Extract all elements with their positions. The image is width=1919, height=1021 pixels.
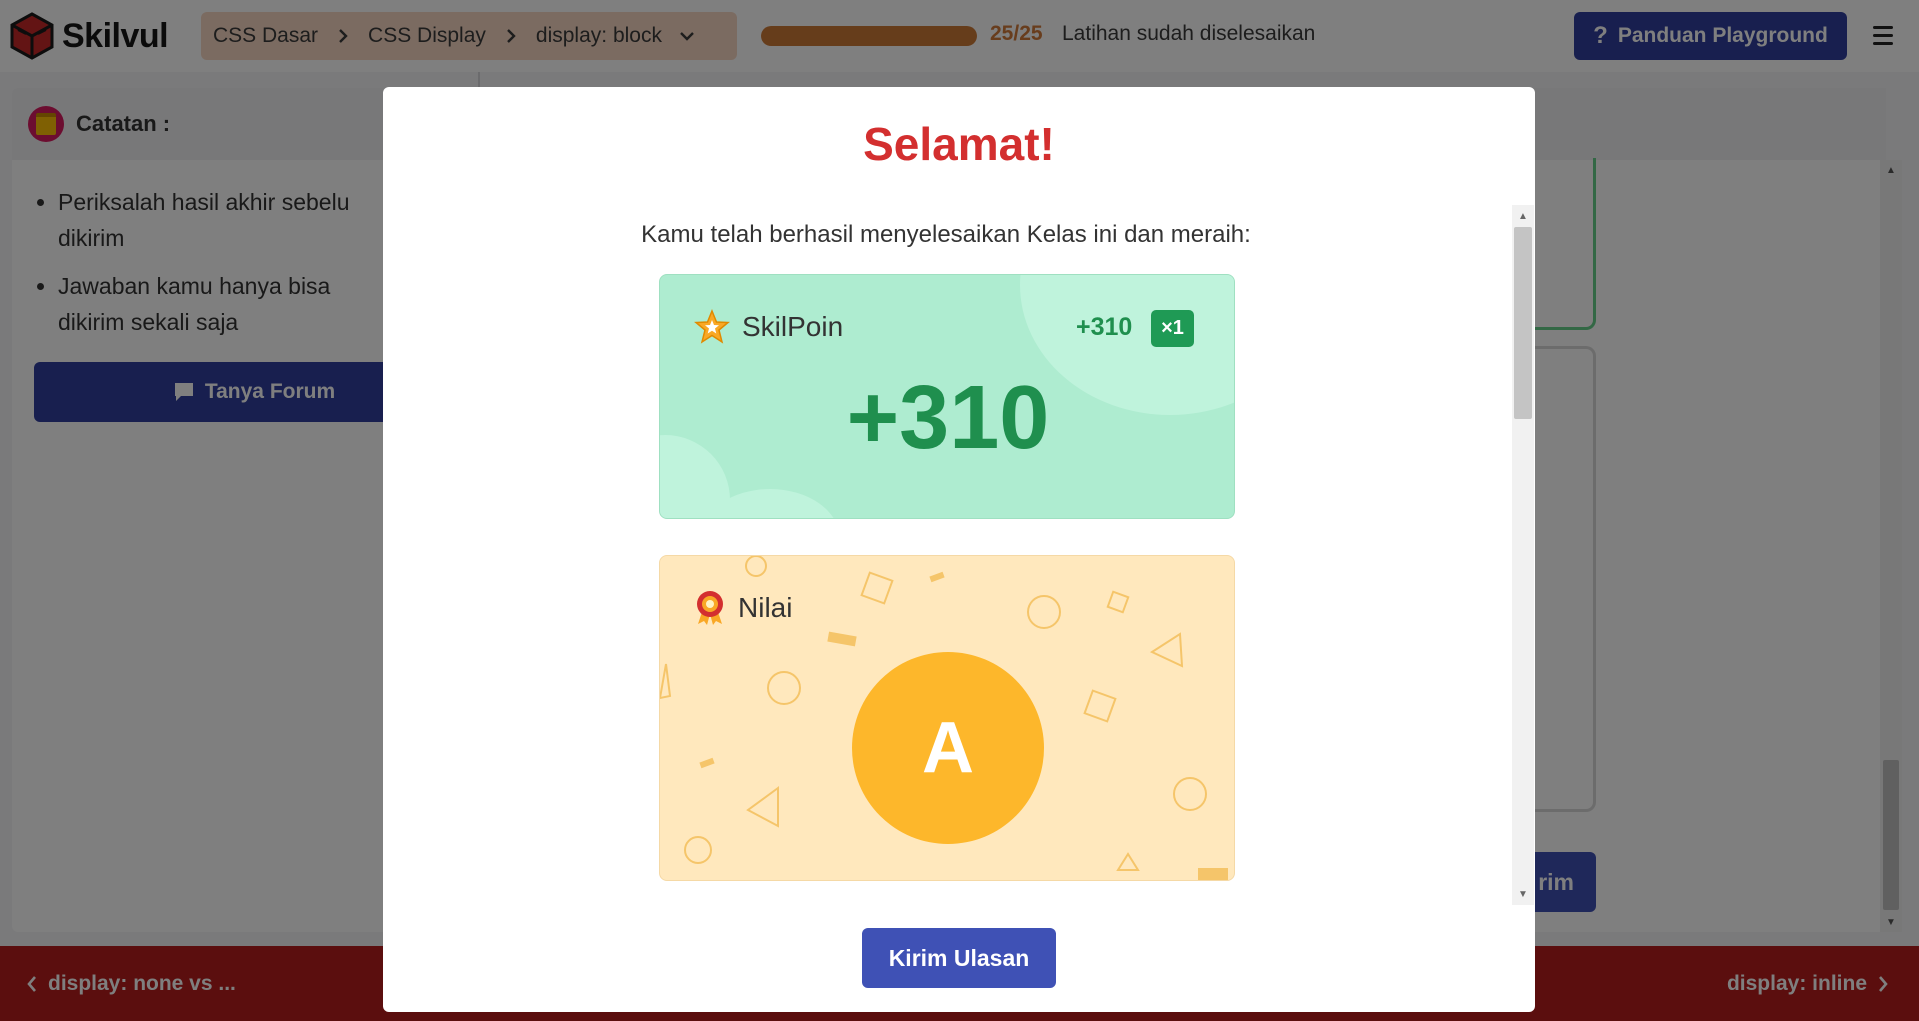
- medal-icon: [697, 591, 723, 625]
- submit-review-label: Kirim Ulasan: [888, 944, 1030, 971]
- skilpoin-label-row: SkilPoin: [694, 309, 843, 345]
- grade-label: Nilai: [738, 592, 793, 623]
- scroll-up-icon[interactable]: ▲: [1512, 207, 1534, 225]
- modal-body: Kamu telah berhasil menyelesaikan Kelas …: [383, 205, 1535, 905]
- grade-badge: A: [852, 652, 1044, 844]
- grade-label-row: Nilai: [694, 590, 792, 626]
- modal-subtitle: Kamu telah berhasil menyelesaikan Kelas …: [641, 221, 1251, 248]
- multiplier-badge: ×1: [1151, 310, 1194, 347]
- modal-scrollbar[interactable]: ▲ ▼: [1512, 205, 1534, 905]
- scroll-down-icon[interactable]: ▼: [1512, 885, 1534, 903]
- completion-modal: Selamat! Kamu telah berhasil menyelesaik…: [383, 87, 1535, 1012]
- scrollbar-thumb[interactable]: [1514, 227, 1532, 419]
- skilpoin-label: SkilPoin: [742, 311, 844, 342]
- grade-card: Nilai A: [659, 555, 1235, 881]
- skilpoin-card: SkilPoin +310 ×1 +310: [659, 274, 1235, 519]
- modal-title: Selamat!: [863, 118, 1055, 170]
- star-icon: [694, 309, 730, 344]
- submit-review-button[interactable]: Kirim Ulasan: [862, 928, 1056, 988]
- points-earned-small: +310: [1076, 313, 1133, 341]
- points-earned-big: +310: [846, 368, 1050, 468]
